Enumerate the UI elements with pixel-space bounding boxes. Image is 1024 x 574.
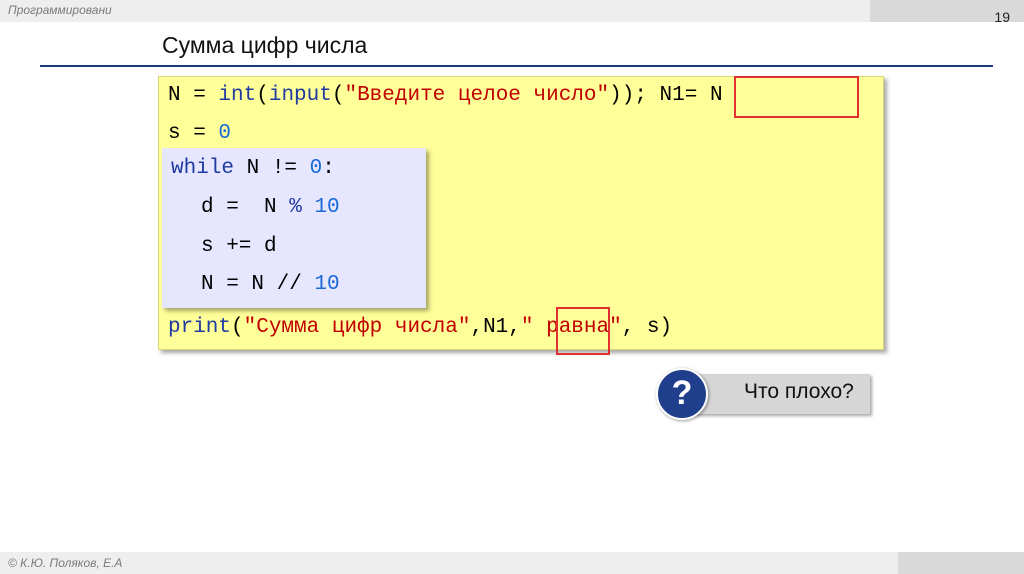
code-string-prompt: "Введите целое число" [344, 84, 610, 107]
code-paren: )) [609, 84, 635, 107]
code-paren: ( [256, 84, 269, 107]
code-number: 10 [314, 196, 340, 219]
code-highlight-n1: ; N1= N [634, 84, 723, 107]
page-number: 19 [994, 9, 1010, 25]
slide-title: Сумма цифр числа [162, 32, 368, 58]
code-var: N [168, 84, 181, 107]
highlight-frame-n1-assign [734, 76, 859, 118]
code-condition: N != [234, 157, 310, 180]
code-line-s-init: s = 0 [168, 122, 231, 145]
question-text: Что плохо? [744, 380, 854, 403]
code-line-d: d = N % 10 [201, 196, 340, 219]
code-op-mod: % [289, 196, 302, 219]
footer-bar [0, 552, 898, 574]
code-colon: : [322, 157, 335, 180]
code-line-while: while N != 0: [171, 157, 335, 180]
code-text: s += d [201, 235, 277, 258]
code-line-input: N = int(input("Введите целое число")); N… [168, 84, 723, 107]
code-comma: , [470, 316, 484, 339]
title-divider [40, 65, 993, 67]
footer-corner [898, 552, 1024, 574]
question-mark: ? [671, 374, 693, 412]
question-pill: Что плохо? [690, 374, 870, 414]
code-number: 10 [314, 273, 340, 296]
code-op: = [180, 84, 219, 107]
code-keyword-while: while [171, 157, 235, 180]
code-tail: , s) [621, 316, 673, 339]
code-func-int: int [218, 84, 257, 107]
code-number: 0 [218, 122, 232, 145]
code-text: N = N // [201, 273, 315, 296]
question-callout: Что плохо? ? [656, 368, 872, 422]
code-op: = [180, 122, 219, 145]
code-func-input: input [268, 84, 332, 107]
code-string-sum: "Сумма цифр числа" [243, 316, 471, 339]
code-paren: ( [331, 84, 345, 107]
course-label: Программировани [8, 3, 112, 17]
question-icon: ? [656, 368, 708, 420]
code-number: 0 [309, 157, 323, 180]
code-text: d = N [201, 196, 290, 219]
code-var: s [168, 122, 181, 145]
code-highlight-n1-arg: N1, [483, 316, 521, 339]
code-func-print: print [168, 316, 232, 339]
code-line-s-add: s += d [201, 235, 277, 258]
code-line-n-div: N = N // 10 [201, 273, 340, 296]
footer-author: © К.Ю. Поляков, Е.А [8, 556, 123, 570]
code-paren: ( [231, 316, 244, 339]
header-bar: Программировани [0, 0, 870, 22]
highlight-frame-n1-arg [556, 307, 610, 355]
